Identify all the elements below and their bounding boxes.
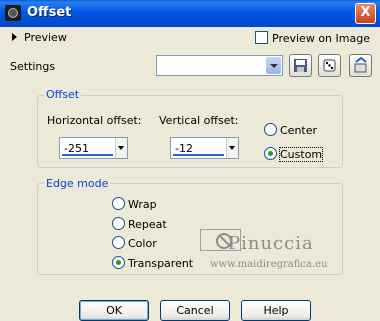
radio-circle-selected[interactable] <box>264 147 277 160</box>
preview-toggle[interactable]: Preview <box>12 31 67 44</box>
radio-circle[interactable] <box>112 236 125 249</box>
reset-button[interactable] <box>349 54 372 77</box>
close-button[interactable]: X <box>355 3 376 24</box>
radio-circle[interactable] <box>112 197 125 210</box>
edge-transparent-radio[interactable]: Transparent <box>112 256 193 270</box>
title-bar: Offset X <box>0 0 380 27</box>
value-slider-bar[interactable] <box>62 154 113 156</box>
app-icon <box>5 5 21 21</box>
settings-label: Settings <box>10 60 56 73</box>
preview-on-image-checkbox[interactable]: Preview on Image <box>255 31 370 45</box>
checkbox-box[interactable] <box>255 31 268 44</box>
radio-circle[interactable] <box>264 123 277 136</box>
settings-combobox[interactable] <box>156 55 283 76</box>
floppy-disk-icon <box>294 59 307 72</box>
watermark-name: Pinuccia <box>228 233 314 254</box>
watermark-url: www.maidiregrafica.eu <box>210 259 328 270</box>
edge-color-label: Color <box>128 237 157 250</box>
randomize-button[interactable] <box>318 54 341 77</box>
vertical-offset-spinner[interactable]: -12 <box>170 137 239 159</box>
edge-color-radio[interactable]: Color <box>112 236 157 250</box>
vertical-offset-label: Vertical offset: <box>159 114 239 127</box>
value-slider-bar[interactable] <box>173 154 224 156</box>
edge-mode-group-title: Edge mode <box>44 177 111 190</box>
preview-label: Preview <box>24 31 67 44</box>
center-radio[interactable]: Center <box>264 123 317 137</box>
window-title: Offset <box>27 5 72 20</box>
dice-icon <box>323 59 336 72</box>
edge-repeat-radio[interactable]: Repeat <box>112 217 167 231</box>
offset-group-title: Offset <box>44 88 82 101</box>
horizontal-offset-label: Horizontal offset: <box>47 114 142 127</box>
chevron-down-icon[interactable] <box>266 57 281 74</box>
save-preset-button[interactable] <box>289 54 312 77</box>
edge-wrap-radio[interactable]: Wrap <box>112 197 157 211</box>
center-label: Center <box>280 124 318 137</box>
edge-transparent-label: Transparent <box>128 257 194 270</box>
reset-icon <box>354 56 367 73</box>
watermark: Pinuccia www.maidiregrafica.eu <box>210 233 328 270</box>
preview-on-image-label: Preview on Image <box>272 32 370 45</box>
expand-arrow-icon <box>12 33 17 41</box>
radio-circle-selected[interactable] <box>112 256 125 269</box>
custom-radio[interactable]: Custom <box>264 147 324 162</box>
no-symbol-icon <box>216 233 232 249</box>
edge-repeat-label: Repeat <box>128 218 167 231</box>
edge-wrap-label: Wrap <box>128 198 157 211</box>
spinner-arrow-icon[interactable] <box>115 138 127 158</box>
custom-label: Custom <box>278 147 324 162</box>
spinner-arrow-icon[interactable] <box>226 138 238 158</box>
horizontal-offset-spinner[interactable]: -251 <box>59 137 128 159</box>
radio-circle[interactable] <box>112 217 125 230</box>
